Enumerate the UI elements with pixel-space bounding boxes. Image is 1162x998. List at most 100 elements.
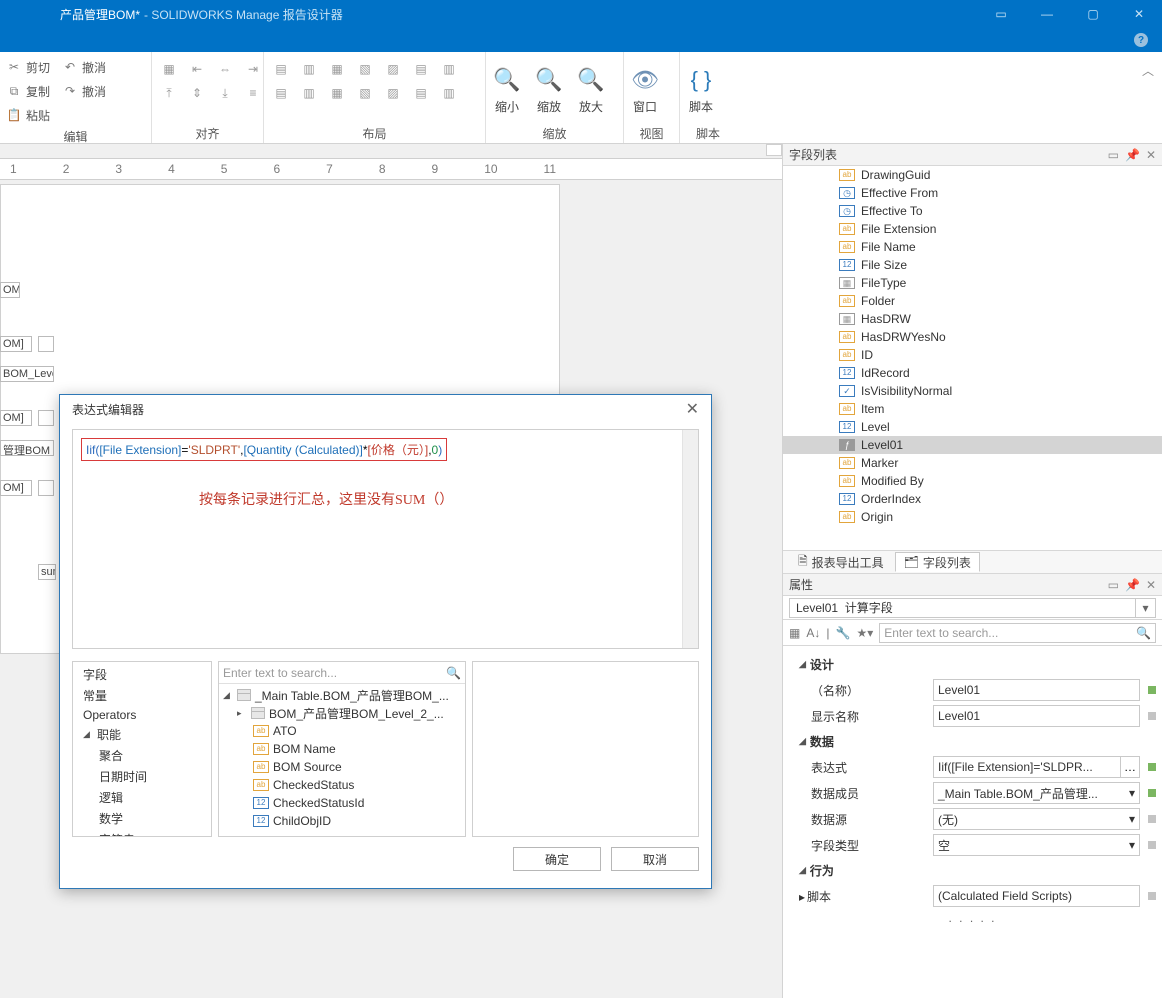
cat-fields[interactable]: 字段 <box>73 664 211 685</box>
field-item[interactable]: abFolder <box>783 292 1162 310</box>
align-right-icon[interactable]: ⇥ <box>244 60 262 78</box>
cat-operators[interactable]: Operators <box>73 706 211 724</box>
sort-az-icon[interactable]: A↓ <box>806 626 820 640</box>
report-cell[interactable] <box>38 336 54 352</box>
layout-icon[interactable]: ▤ <box>412 60 430 78</box>
report-cell[interactable] <box>38 480 54 496</box>
report-cell[interactable] <box>38 410 54 426</box>
wrench-icon[interactable]: 🔧 <box>835 626 850 640</box>
surface-scroll-nub[interactable] <box>766 144 782 156</box>
prop-category-behavior[interactable]: ◢行为 <box>789 858 1156 883</box>
field-item[interactable]: abFile Extension <box>783 220 1162 238</box>
layout-icon[interactable]: ▨ <box>384 84 402 102</box>
pane-pin-icon[interactable]: 📌 <box>1125 148 1140 162</box>
tab-field-list[interactable]: 🗂字段列表 <box>895 552 980 572</box>
field-item[interactable]: ◷Effective From <box>783 184 1162 202</box>
field-item[interactable]: abHasDRWYesNo <box>783 328 1162 346</box>
pane-close-icon[interactable]: ✕ <box>1146 148 1156 162</box>
layout-icon[interactable]: ▥ <box>300 84 318 102</box>
align-grid-icon[interactable]: ▦ <box>160 60 178 78</box>
field-item[interactable]: abOrigin <box>783 508 1162 526</box>
field-item[interactable]: ◷Effective To <box>783 202 1162 220</box>
layout-icon[interactable]: ▥ <box>300 60 318 78</box>
tree-item[interactable]: 12CheckedStatusId <box>219 794 465 812</box>
layout-icon[interactable]: ▦ <box>328 84 346 102</box>
field-item[interactable]: abItem <box>783 400 1162 418</box>
report-cell[interactable]: BOM_Level_ <box>0 366 54 382</box>
cut-button[interactable]: ✂剪切 <box>4 56 52 78</box>
align-center-h-icon[interactable]: ⇔ <box>216 60 234 78</box>
layout-icon[interactable]: ▨ <box>384 60 402 78</box>
prop-script-input[interactable] <box>933 885 1140 907</box>
align-bottom-icon[interactable]: ⤓ <box>216 84 234 102</box>
window-button[interactable]: 👁窗口 <box>624 54 666 124</box>
field-item[interactable]: abDrawingGuid <box>783 166 1162 184</box>
tree-item[interactable]: abBOM Name <box>219 740 465 758</box>
tree-sub[interactable]: ▸BOM_产品管理BOM_Level_2_... <box>219 704 465 722</box>
report-cell[interactable]: 管理BOM_Lev <box>0 440 54 456</box>
categorize-icon[interactable]: ▦ <box>789 626 800 640</box>
help-icon[interactable]: ? <box>1134 33 1148 47</box>
cat-datetime[interactable]: 日期时间 <box>73 766 211 787</box>
restore-workspace-icon[interactable]: ▭ <box>978 0 1024 28</box>
cat-logic[interactable]: 逻辑 <box>73 787 211 808</box>
tree-item[interactable]: abCheckedStatus <box>219 776 465 794</box>
field-item[interactable]: 12OrderIndex <box>783 490 1162 508</box>
layout-icon[interactable]: ▤ <box>272 84 290 102</box>
field-item[interactable]: abMarker <box>783 454 1162 472</box>
selected-item-dropdown[interactable]: ▾ <box>1136 598 1156 618</box>
field-item[interactable]: ✓IsVisibilityNormal <box>783 382 1162 400</box>
cat-string[interactable]: 字符串 <box>73 829 211 837</box>
ok-button[interactable]: 确定 <box>513 847 601 871</box>
field-item[interactable]: ƒLevel01 <box>783 436 1162 454</box>
report-cell[interactable]: OM] <box>0 480 32 496</box>
layout-icon[interactable]: ▦ <box>328 60 346 78</box>
pane-window-icon[interactable]: ▭ <box>1108 148 1119 162</box>
zoom-in-button[interactable]: 🔍放大 <box>570 54 612 124</box>
report-cell[interactable]: OM] <box>0 336 32 352</box>
field-search-input[interactable]: Enter text to search...🔍 <box>219 662 465 684</box>
field-item[interactable]: 12IdRecord <box>783 364 1162 382</box>
redo-button[interactable]: ↷撤消 <box>60 80 108 102</box>
tab-export-tools[interactable]: 🗎报表导出工具 <box>789 552 893 572</box>
layout-icon[interactable]: ▤ <box>412 84 430 102</box>
paste-button[interactable]: 📋粘贴 <box>4 104 52 126</box>
layout-icon[interactable]: ▧ <box>356 60 374 78</box>
star-icon[interactable]: ★▾ <box>856 626 873 640</box>
script-button[interactable]: { }脚本 <box>680 54 722 124</box>
layout-icon[interactable]: ▥ <box>440 84 458 102</box>
scrollbar[interactable] <box>682 430 698 648</box>
align-left-icon[interactable]: ⇤ <box>188 60 206 78</box>
prop-datamember-select[interactable]: _Main Table.BOM_产品管理...▾ <box>933 782 1140 804</box>
cat-aggregate[interactable]: 聚合 <box>73 745 211 766</box>
expression-textarea[interactable]: Iif([File Extension]='SLDPRT',[Quantity … <box>72 429 699 649</box>
align-top-icon[interactable]: ⤒ <box>160 84 178 102</box>
ellipsis-button[interactable]: … <box>1120 756 1140 778</box>
zoom-button[interactable]: 🔍缩放 <box>528 54 570 124</box>
prop-name-input[interactable] <box>933 679 1140 701</box>
tree-item[interactable]: abATO <box>219 722 465 740</box>
design-surface[interactable]: 12 34 56 78 910 11 OM OM] BOM_Level_ OM]… <box>0 144 782 998</box>
minimize-button[interactable]: — <box>1024 0 1070 28</box>
field-item[interactable]: 12File Size <box>783 256 1162 274</box>
report-cell[interactable]: OM] <box>0 410 32 426</box>
tree-item[interactable]: abBOM Source <box>219 758 465 776</box>
tree-root[interactable]: ◢_Main Table.BOM_产品管理BOM_... <box>219 686 465 704</box>
maximize-button[interactable]: ▢ <box>1070 0 1116 28</box>
layout-icon[interactable]: ▤ <box>272 60 290 78</box>
align-middle-v-icon[interactable]: ⇕ <box>188 84 206 102</box>
field-item[interactable]: abFile Name <box>783 238 1162 256</box>
property-search-input[interactable]: Enter text to search...🔍 <box>879 623 1156 643</box>
report-cell[interactable]: sum <box>38 564 56 580</box>
field-item[interactable]: ▦FileType <box>783 274 1162 292</box>
pane-pin-icon[interactable]: 📌 <box>1125 578 1140 592</box>
selected-item-field[interactable] <box>789 598 1136 618</box>
prop-category-design[interactable]: ◢设计 <box>789 652 1156 677</box>
pane-close-icon[interactable]: ✕ <box>1146 578 1156 592</box>
cat-functions[interactable]: ◢职能 <box>73 724 211 745</box>
dialog-close-icon[interactable]: ✕ <box>686 399 699 419</box>
tree-item[interactable]: 12ChildObjID <box>219 812 465 830</box>
report-cell[interactable]: OM <box>0 282 20 298</box>
prop-expression-input[interactable] <box>933 756 1121 778</box>
prop-fieldtype-select[interactable]: 空▾ <box>933 834 1140 856</box>
